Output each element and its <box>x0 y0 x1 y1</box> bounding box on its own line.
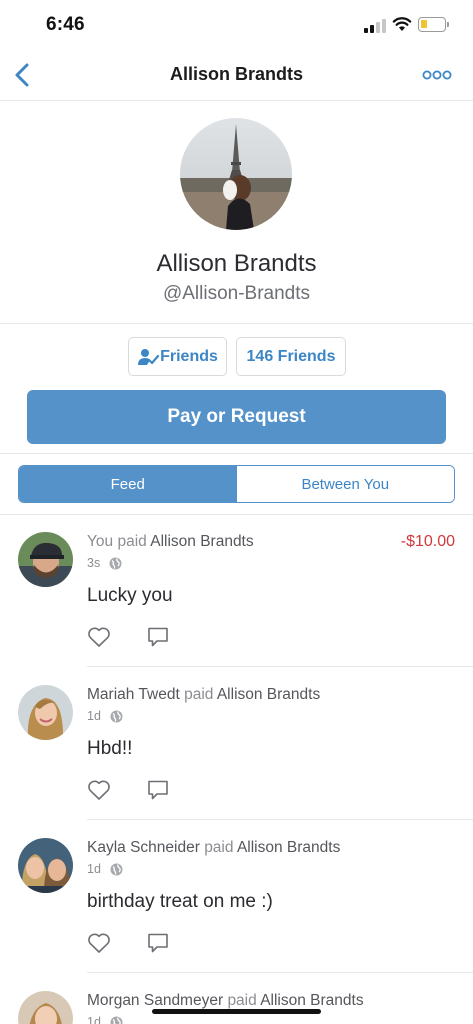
avatar[interactable] <box>18 991 73 1024</box>
globe-icon <box>110 710 123 722</box>
feed-item-meta: 1d <box>87 862 123 876</box>
timestamp: 1d <box>87 862 101 876</box>
status-time: 6:46 <box>46 14 85 35</box>
avatar[interactable] <box>18 685 73 740</box>
timestamp: 1d <box>87 709 101 723</box>
wifi-icon <box>392 17 412 31</box>
feed-item-title: Kayla Schneider paid Allison Brandts <box>87 839 340 857</box>
feed-item-title: Mariah Twedt paid Allison Brandts <box>87 686 320 704</box>
feed-target[interactable]: Allison Brandts <box>217 686 320 703</box>
battery-icon <box>418 17 446 32</box>
comment-icon[interactable] <box>146 626 170 648</box>
payment-note: birthday treat on me :) <box>87 891 273 912</box>
profile-username: @Allison-Brandts <box>162 283 311 304</box>
tab-feed[interactable]: Feed <box>19 466 237 502</box>
globe-icon <box>110 1016 123 1024</box>
cellular-signal-icon <box>364 19 386 33</box>
battery-tip <box>447 22 449 27</box>
feed-target[interactable]: Allison Brandts <box>237 839 340 856</box>
heart-icon[interactable] <box>87 779 111 801</box>
payment-note: Lucky you <box>87 585 173 606</box>
status-bar: 6:46 <box>0 0 473 50</box>
feed-target[interactable]: Allison Brandts <box>260 992 363 1009</box>
feed-verb: paid <box>117 533 147 550</box>
globe-icon <box>110 863 123 875</box>
feed-actor[interactable]: Mariah Twedt <box>87 686 180 703</box>
divider <box>0 323 473 324</box>
friends-button[interactable]: Friends <box>128 337 227 376</box>
avatar[interactable] <box>18 838 73 893</box>
heart-icon[interactable] <box>87 626 111 648</box>
friend-count-label: 146 Friends <box>246 347 336 365</box>
feed-actor[interactable]: You <box>87 533 113 550</box>
home-indicator[interactable] <box>152 1009 321 1014</box>
feed-separator <box>87 666 473 667</box>
payment-amount: -$10.00 <box>400 533 455 550</box>
pay-or-request-button[interactable]: Pay or Request <box>27 390 446 444</box>
feed-tabs: Feed Between You <box>18 465 455 503</box>
comment-icon[interactable] <box>146 932 170 954</box>
profile-name: Allison Brandts <box>156 250 317 277</box>
heart-icon[interactable] <box>87 932 111 954</box>
avatar[interactable] <box>18 532 73 587</box>
feed-item-meta: 1d <box>87 709 123 723</box>
divider <box>0 453 473 454</box>
feed-actor[interactable]: Morgan Sandmeyer <box>87 992 223 1009</box>
feed-separator <box>87 972 473 973</box>
globe-icon <box>109 557 122 569</box>
nav-bar: Allison Brandts <box>0 50 473 101</box>
feed-actor[interactable]: Kayla Schneider <box>87 839 200 856</box>
profile-avatar <box>180 118 292 230</box>
feed-target[interactable]: Allison Brandts <box>150 533 253 550</box>
nav-title: Allison Brandts <box>169 64 303 84</box>
divider <box>0 514 473 515</box>
friend-count-button[interactable]: 146 Friends <box>236 337 346 376</box>
feed-item-meta: 1d <box>87 1015 123 1024</box>
feed-item-title: You paid Allison Brandts <box>87 533 254 551</box>
tab-between-you[interactable]: Between You <box>236 466 454 502</box>
friend-check-icon <box>138 348 160 365</box>
more-icon[interactable] <box>422 66 452 84</box>
feed-verb: paid <box>184 686 214 703</box>
comment-icon[interactable] <box>146 779 170 801</box>
timestamp: 1d <box>87 1015 101 1024</box>
feed-separator <box>87 819 473 820</box>
feed-item-meta: 3s <box>87 556 122 570</box>
timestamp: 3s <box>87 556 101 570</box>
friends-button-label: Friends <box>160 347 218 365</box>
feed-item-title: Morgan Sandmeyer paid Allison Brandts <box>87 992 364 1010</box>
payment-note: Hbd!! <box>87 738 133 759</box>
feed-verb: paid <box>204 839 234 856</box>
pay-or-request-label: Pay or Request <box>167 406 306 427</box>
feed-verb: paid <box>227 992 257 1009</box>
